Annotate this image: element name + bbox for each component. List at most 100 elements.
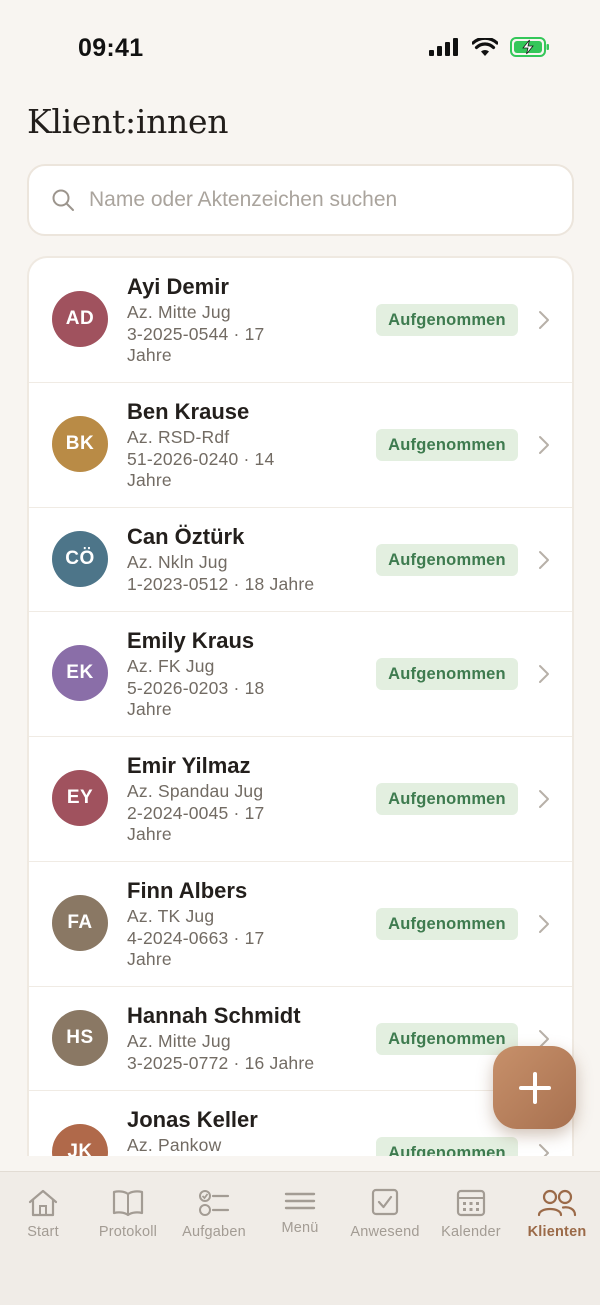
tab-kalender[interactable]: Kalender <box>428 1188 514 1258</box>
chevron-right-icon <box>539 436 549 454</box>
case-number: Az. Spandau Jug <box>127 781 264 801</box>
calendar-icon <box>456 1189 486 1217</box>
people-icon <box>537 1189 577 1217</box>
client-name: Hannah Schmidt <box>127 1003 301 1028</box>
tab-label: Klienten <box>527 1224 587 1240</box>
client-row[interactable]: BK Ben Krause Az. RSD-Rdf 51-2026-0240 ·… <box>29 383 572 508</box>
status-badge: Aufgenommen <box>376 304 518 336</box>
plus-icon <box>518 1071 551 1104</box>
avatar: EY <box>52 770 108 826</box>
client-name: Finn Albers <box>127 878 248 903</box>
client-name: Ben Krause <box>127 399 250 424</box>
status-badge: Aufgenommen <box>376 1023 518 1055</box>
tab-protokoll[interactable]: Protokoll <box>85 1188 171 1258</box>
client-name: Emir Yilmaz <box>127 753 251 778</box>
avatar: FA <box>52 895 108 951</box>
search-icon <box>52 189 74 211</box>
tab-klienten[interactable]: Klienten <box>514 1188 600 1258</box>
status-time: 09:41 <box>78 34 144 62</box>
chevron-right-icon <box>539 790 549 808</box>
case-age-unit: Jahre <box>127 949 172 969</box>
client-name: Can Öztürk <box>127 524 245 549</box>
status-badge: Aufgenommen <box>376 783 518 815</box>
status-badge: Aufgenommen <box>376 1137 518 1156</box>
case-number: Az. Mitte Jug <box>127 302 231 322</box>
chevron-right-icon <box>539 1144 549 1156</box>
case-id-age: 51-2026-0240 · 14 <box>127 448 275 469</box>
tab-label: Menü <box>281 1220 319 1236</box>
chevron-right-icon <box>539 311 549 329</box>
avatar: HS <box>52 1010 108 1066</box>
client-name: Emily Kraus <box>127 628 255 653</box>
case-id-age: 3-2025-0772 · 16 Jahre <box>127 1052 315 1073</box>
status-badge: Aufgenommen <box>376 908 518 940</box>
client-row[interactable]: CÖ Can Öztürk Az. Nkln Jug 1-2023-0512 ·… <box>29 508 572 612</box>
tab-label: Start <box>27 1224 59 1240</box>
case-number: Az. RSD-Rdf <box>127 427 230 447</box>
client-meta: Az. Mitte Jug 3-2025-0544 · 17 Jahre <box>127 302 302 367</box>
tab-label: Anwesend <box>350 1224 420 1240</box>
case-number: Az. Mitte Jug <box>127 1031 231 1051</box>
tab-label: Protokoll <box>98 1224 158 1240</box>
case-number: Az. Nkln Jug <box>127 552 228 572</box>
menu-icon <box>284 1192 316 1210</box>
status-badge: Aufgenommen <box>376 544 518 576</box>
status-badge: Aufgenommen <box>376 658 518 690</box>
client-meta: Az. Pankow <box>127 1135 302 1156</box>
chevron-right-icon <box>539 665 549 683</box>
case-id-age: 3-2025-0544 · 17 <box>127 323 265 344</box>
case-number: Az. FK Jug <box>127 656 215 676</box>
case-number: Az. TK Jug <box>127 906 215 926</box>
tab-anwesend[interactable]: Anwesend <box>342 1188 428 1258</box>
client-row[interactable]: JK Jonas Keller Az. Pankow Aufgenommen <box>29 1091 572 1156</box>
client-name: Jonas Keller <box>127 1107 258 1132</box>
client-row[interactable]: AD Ayi Demir Az. Mitte Jug 3-2025-0544 ·… <box>29 258 572 383</box>
chevron-right-icon <box>539 915 549 933</box>
avatar: JK <box>52 1124 108 1156</box>
status-badge: Aufgenommen <box>376 429 518 461</box>
wifi-icon <box>472 37 498 56</box>
client-meta: Az. RSD-Rdf 51-2026-0240 · 14 Jahre <box>127 427 302 492</box>
tab-menu[interactable]: Menü <box>257 1188 343 1258</box>
chevron-right-icon <box>539 551 549 569</box>
case-id-age: 1-2023-0512 · 18 Jahre <box>127 573 315 594</box>
case-id-age: 2-2024-0045 · 17 <box>127 802 265 823</box>
avatar: EK <box>52 645 108 701</box>
client-meta: Az. FK Jug 5-2026-0203 · 18 Jahre <box>127 656 302 721</box>
client-meta: Az. Nkln Jug 1-2023-0512 · 18 Jahre <box>127 552 357 595</box>
case-number: Az. Pankow <box>127 1135 222 1155</box>
battery-charging-icon <box>510 37 549 57</box>
client-list: AD Ayi Demir Az. Mitte Jug 3-2025-0544 ·… <box>27 256 574 1156</box>
page-title: Klient:innen <box>27 102 229 141</box>
case-id-age: 5-2026-0203 · 18 <box>127 677 265 698</box>
bottom-tab-bar: Start Protokoll Aufgaben Menü Anwesend K… <box>0 1171 600 1305</box>
case-age-unit: Jahre <box>127 699 172 719</box>
tab-start[interactable]: Start <box>0 1188 86 1258</box>
client-row[interactable]: EY Emir Yilmaz Az. Spandau Jug 2-2024-00… <box>29 737 572 862</box>
avatar: AD <box>52 291 108 347</box>
search-input[interactable] <box>89 188 572 212</box>
case-age-unit: Jahre <box>127 345 172 365</box>
client-meta: Az. Spandau Jug 2-2024-0045 · 17 Jahre <box>127 781 302 846</box>
add-client-button[interactable] <box>493 1046 576 1129</box>
client-row[interactable]: FA Finn Albers Az. TK Jug 4-2024-0663 · … <box>29 862 572 987</box>
cellular-signal-icon <box>429 38 458 56</box>
tab-aufgaben[interactable]: Aufgaben <box>171 1188 257 1258</box>
tab-label: Kalender <box>441 1224 501 1240</box>
home-icon <box>28 1189 58 1217</box>
client-name: Ayi Demir <box>127 274 229 299</box>
client-row[interactable]: EK Emily Kraus Az. FK Jug 5-2026-0203 · … <box>29 612 572 737</box>
client-row[interactable]: HS Hannah Schmidt Az. Mitte Jug 3-2025-0… <box>29 987 572 1091</box>
search-bar[interactable] <box>27 164 574 236</box>
client-meta: Az. TK Jug 4-2024-0663 · 17 Jahre <box>127 906 302 971</box>
case-id-age: 4-2024-0663 · 17 <box>127 927 265 948</box>
avatar: BK <box>52 416 108 472</box>
case-age-unit: Jahre <box>127 824 172 844</box>
checkbox-icon <box>371 1188 399 1216</box>
checklist-icon <box>199 1190 230 1216</box>
tab-label: Aufgaben <box>182 1224 246 1240</box>
case-age-unit: Jahre <box>127 470 172 490</box>
client-meta: Az. Mitte Jug 3-2025-0772 · 16 Jahre <box>127 1031 357 1074</box>
status-bar: 09:41 <box>0 0 600 96</box>
status-icons <box>429 37 550 57</box>
